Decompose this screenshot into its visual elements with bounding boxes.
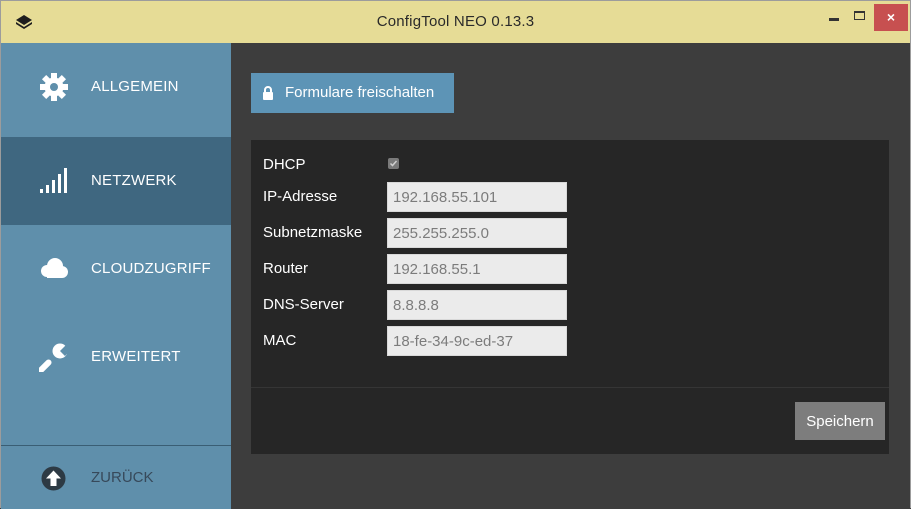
dhcp-label: DHCP (263, 156, 306, 173)
sidebar-item-label: NETZWERK (91, 172, 177, 189)
back-label: ZURÜCK (91, 469, 154, 486)
minimize-button[interactable] (821, 1, 847, 31)
dns-server-label: DNS-Server (263, 296, 344, 313)
sidebar-item-label: CLOUDZUGRIFF (91, 260, 211, 277)
sidebar-item-allgemein[interactable]: ALLGEMEIN (1, 43, 231, 131)
ip-address-label: IP-Adresse (263, 188, 338, 205)
sidebar-item-cloudzugriff[interactable]: CLOUDZUGRIFF (1, 225, 231, 313)
main-content: Formulare freischalten DHCP IP-Adresse S… (231, 43, 910, 509)
signal-bars-icon (40, 168, 67, 193)
sidebar-item-erweitert[interactable]: ERWEITERT (1, 313, 231, 401)
router-label: Router (263, 260, 309, 277)
sidebar: ALLGEMEIN NETZWERK CLOUDZUGRIFF ERWEITER… (1, 43, 231, 509)
maximize-icon (854, 11, 865, 20)
router-field[interactable] (387, 254, 567, 284)
mac-field[interactable] (387, 326, 567, 356)
save-button[interactable]: Speichern (795, 402, 885, 440)
minimize-icon (829, 18, 839, 21)
sidebar-item-label: ALLGEMEIN (91, 78, 179, 95)
arrow-up-circle-icon (41, 466, 66, 491)
mac-label: MAC (263, 332, 297, 349)
wrench-icon (39, 343, 69, 372)
sidebar-item-netzwerk[interactable]: NETZWERK (1, 137, 231, 225)
checkmark-icon (389, 160, 398, 167)
unlock-forms-button[interactable]: Formulare freischalten (251, 73, 454, 113)
app-window: ConfigTool NEO 0.13.3 × ALLGEMEIN NETZWE… (0, 0, 911, 509)
cloud-icon (41, 258, 68, 278)
unlock-forms-label: Formulare freischalten (285, 84, 435, 101)
network-form-panel: DHCP IP-Adresse Subnetzmaske Router DNS-… (251, 140, 889, 454)
title-bar[interactable]: ConfigTool NEO 0.13.3 × (1, 1, 910, 43)
maximize-button[interactable] (847, 1, 873, 31)
lock-icon (263, 86, 273, 100)
subnet-mask-label: Subnetzmaske (263, 224, 363, 241)
sidebar-item-label: ERWEITERT (91, 348, 181, 365)
subnet-mask-field[interactable] (387, 218, 567, 248)
panel-divider (251, 387, 889, 388)
ip-address-field[interactable] (387, 182, 567, 212)
dhcp-checkbox[interactable] (388, 158, 399, 169)
back-button[interactable]: ZURÜCK (1, 446, 231, 509)
dns-server-field[interactable] (387, 290, 567, 320)
gear-icon (40, 73, 68, 101)
close-button[interactable]: × (874, 4, 908, 31)
window-title: ConfigTool NEO 0.13.3 (376, 13, 535, 30)
